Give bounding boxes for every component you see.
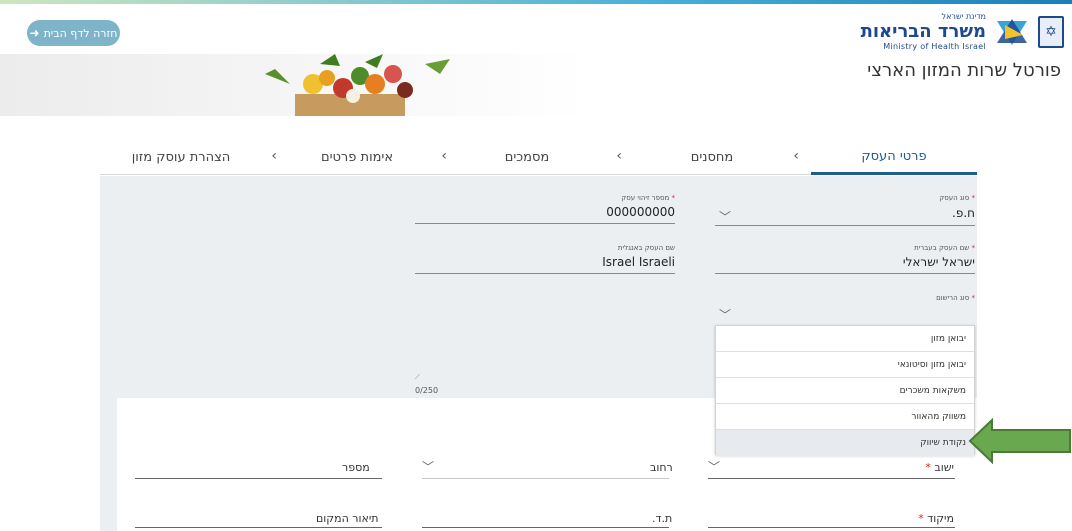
option-alcoholic-beverages[interactable]: משקאות משכרים [716, 378, 974, 404]
chevron-down-icon: ﹀ [719, 308, 732, 322]
business-name-hebrew-field[interactable]: * שם העסק בעברית ישראל ישראלי [715, 242, 975, 274]
tab-label: מסמכים [504, 149, 550, 165]
state-emblem-icon: ✡ [1038, 16, 1064, 48]
business-type-label: סוג העסק [939, 194, 970, 202]
panel-edge [100, 398, 117, 531]
tab-business-details[interactable]: פרטי העסק [811, 140, 977, 175]
chevron-down-icon: ﹀ [708, 460, 721, 474]
arrow-icon: ➜ [29, 26, 40, 40]
street-select[interactable] [422, 478, 669, 479]
street-label: רחוב [650, 461, 673, 474]
header: חזרה לדף הבית ➜ ✡ מדינת ישראל משרד הבריא… [0, 4, 1072, 54]
chevron-left-icon: ‹ [271, 148, 277, 164]
pobox-label: ת.ד. [652, 512, 673, 525]
city-select[interactable] [708, 478, 955, 479]
home-button[interactable]: חזרה לדף הבית ➜ [27, 20, 120, 46]
character-counter: 0/250 [415, 386, 439, 395]
pobox-field[interactable] [422, 527, 669, 528]
tab-documents[interactable]: מסמכים [447, 140, 607, 174]
registration-type-select[interactable]: * סוג הרישום ﹀ [715, 292, 975, 324]
city-label: ישוב * [925, 461, 954, 474]
name-english-label: שם העסק באנגלית [617, 244, 675, 252]
chevron-left-icon: ‹ [441, 148, 447, 164]
tab-label: אימות פרטים [320, 149, 394, 165]
logo-english: Ministry of Health Israel [883, 42, 986, 51]
option-point-of-sale[interactable]: נקודת שיווק [716, 430, 974, 456]
zip-label: מיקוד * [918, 512, 954, 525]
name-hebrew-label: שם העסק בעברית [914, 244, 970, 252]
business-id-value: 000000000 [606, 205, 675, 219]
home-button-label: חזרה לדף הבית [43, 26, 118, 40]
wizard-tabs: פרטי העסק ‹ מחסנים ‹ מסמכים ‹ אימות פרטי… [100, 140, 977, 175]
chevron-down-icon: ﹀ [422, 460, 435, 474]
green-arrow-annotation [968, 418, 1071, 464]
ministry-logo[interactable]: ✡ מדינת ישראל משרד הבריאות Ministry of H… [861, 12, 1064, 52]
house-number-label: מספר [342, 461, 370, 474]
name-hebrew-value: ישראל ישראלי [902, 255, 975, 269]
chevron-left-icon: ‹ [616, 148, 622, 164]
tab-verify-details[interactable]: אימות פרטים [277, 140, 437, 174]
logo-subtitle: מדינת ישראל [941, 12, 986, 21]
business-type-value: ח.פ. [952, 206, 975, 220]
location-description-label: תיאור המקום [316, 512, 379, 525]
chevron-left-icon: ‹ [793, 148, 799, 164]
tab-label: פרטי העסק [861, 148, 927, 164]
vegetables-image [265, 54, 450, 116]
house-number-field[interactable] [135, 478, 382, 479]
business-type-select[interactable]: * סוג העסק ח.פ. ﹀ [715, 192, 975, 226]
zip-field[interactable] [708, 527, 955, 528]
tab-warehouses[interactable]: מחסנים [637, 140, 787, 174]
option-marketer[interactable]: משווק מהאוור [716, 404, 974, 430]
chevron-down-icon: ﹀ [719, 210, 732, 224]
location-description-field[interactable] [135, 527, 382, 528]
tab-label: הצהרת עוסק מזון [131, 149, 231, 165]
registration-type-label: סוג הרישום [936, 294, 970, 302]
business-id-field[interactable]: * מספר זיהוי עסק 000000000 [415, 192, 675, 224]
name-english-value: Israel Israeli [602, 255, 675, 269]
tab-label: מחסנים [690, 149, 734, 165]
option-food-importer-wholesaler[interactable]: יבואן מזון וסיטונאי [716, 352, 974, 378]
option-food-importer[interactable]: יבואן מזון [716, 326, 974, 352]
star-of-david-icon [992, 16, 1032, 48]
tab-food-business-declaration[interactable]: הצהרת עוסק מזון [100, 140, 262, 174]
business-name-english-field[interactable]: שם העסק באנגלית Israel Israeli [415, 242, 675, 274]
logo-title: משרד הבריאות [860, 21, 986, 42]
business-id-label: מספר זיהוי עסק [621, 194, 670, 202]
banner: פורטל שרות המזון הארצי [0, 54, 1072, 116]
resize-handle-icon[interactable]: ⟋ [415, 373, 420, 382]
registration-type-dropdown: יבואן מזון יבואן מזון וסיטונאי משקאות מש… [715, 325, 975, 456]
portal-title: פורטל שרות המזון הארצי [867, 60, 1061, 81]
